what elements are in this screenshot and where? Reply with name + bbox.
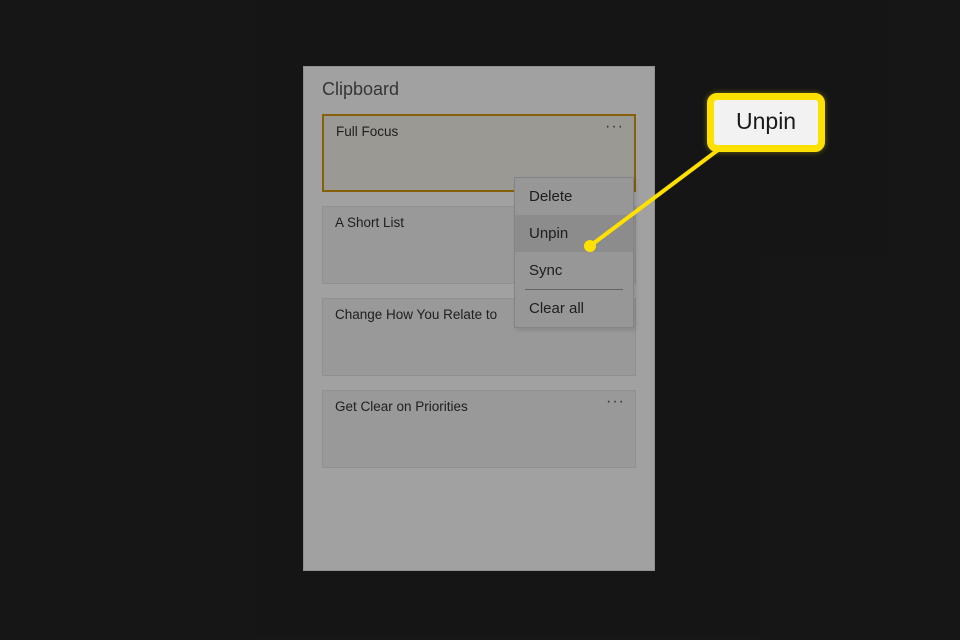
context-menu: Delete Unpin Sync Clear all — [514, 177, 634, 328]
menu-item-clear-all[interactable]: Clear all — [515, 290, 633, 327]
menu-item-delete[interactable]: Delete — [515, 178, 633, 215]
ellipsis-icon[interactable]: ··· — [606, 393, 625, 411]
clipboard-card-text: Change How You Relate to — [335, 307, 497, 322]
menu-item-unpin[interactable]: Unpin — [515, 215, 633, 252]
menu-item-sync[interactable]: Sync — [515, 252, 633, 289]
callout-label: Unpin — [707, 93, 825, 152]
clipboard-card-text: Get Clear on Priorities — [335, 399, 468, 414]
clipboard-card[interactable]: Get Clear on Priorities ··· — [322, 390, 636, 468]
clipboard-card-text: A Short List — [335, 215, 404, 230]
clipboard-card-text: Full Focus — [336, 124, 398, 139]
clipboard-title: Clipboard — [304, 67, 654, 114]
ellipsis-icon[interactable]: ··· — [605, 118, 624, 136]
